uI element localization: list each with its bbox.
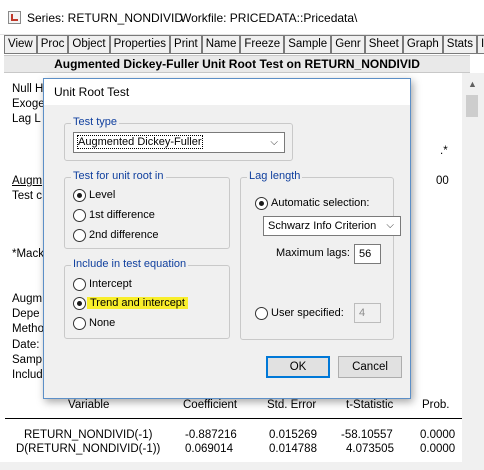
output-line: Date:	[12, 339, 40, 351]
output-line: Null H	[12, 83, 44, 95]
col-header-variable: Variable	[68, 399, 110, 411]
radio-label: None	[89, 317, 116, 329]
series-toolbar: View Proc Object Properties Print Name F…	[4, 35, 484, 54]
radio-circle	[73, 189, 86, 202]
table-cell: -0.887216	[185, 429, 237, 441]
user-lags-input[interactable]: 4	[354, 303, 381, 323]
table-cell: 0.015269	[269, 429, 317, 441]
horizontal-scrollbar[interactable]	[0, 462, 462, 470]
test-type-value: Augmented Dickey-Fuller	[77, 135, 203, 149]
radio-label: Automatic selection:	[271, 197, 370, 209]
radio-circle	[73, 278, 86, 291]
scroll-up-icon[interactable]: ▲	[468, 79, 477, 89]
toolbar-sample-button[interactable]: Sample	[284, 35, 332, 54]
radio-circle	[255, 197, 268, 210]
col-header-t-statistic: t-Statistic	[346, 399, 394, 411]
toolbar-more-button[interactable]: I	[477, 35, 484, 54]
lag-length-title: Lag length	[247, 170, 303, 182]
table-cell: -58.10557	[341, 429, 393, 441]
table-cell: 4.073505	[346, 443, 394, 455]
output-line: *Mack	[12, 248, 44, 260]
chevron-down-icon: ⌵	[386, 220, 394, 231]
toolbar-genr-button[interactable]: Genr	[331, 35, 365, 54]
include-title: Include in test equation	[71, 258, 189, 270]
toolbar-name-button[interactable]: Name	[201, 35, 241, 54]
max-lags-input[interactable]: 56	[354, 244, 381, 264]
test-for-title: Test for unit root in	[71, 170, 166, 182]
test-type-title: Test type	[71, 116, 120, 128]
series-icon	[8, 11, 21, 24]
ok-button[interactable]: OK	[266, 356, 330, 378]
series-window-titlebar: Series: RETURN_NONDIVID Workfile: PRICED…	[0, 0, 484, 35]
table-divider	[5, 418, 462, 419]
table-cell: D(RETURN_NONDIVID(-1))	[16, 443, 161, 455]
series-title: Series: RETURN_NONDIVID	[27, 11, 184, 25]
radio-circle	[73, 209, 86, 222]
toolbar-view-button[interactable]: View	[4, 35, 37, 54]
col-header-std-error: Std. Error	[267, 399, 317, 411]
chevron-down-icon: ⌵	[270, 137, 278, 148]
toolbar-sheet-button[interactable]: Sheet	[364, 35, 403, 54]
table-cell: 0.014788	[269, 443, 317, 455]
output-line: Augm	[12, 175, 43, 187]
output-line: Lag L	[12, 113, 41, 125]
criterion-select[interactable]: Schwarz Info Criterion ⌵	[263, 216, 401, 236]
test-type-select[interactable]: Augmented Dickey-Fuller ⌵	[73, 132, 285, 153]
toolbar-proc-button[interactable]: Proc	[36, 35, 69, 54]
toolbar-properties-button[interactable]: Properties	[109, 35, 171, 54]
toolbar-freeze-button[interactable]: Freeze	[240, 35, 285, 54]
dialog-title: Unit Root Test	[54, 85, 130, 99]
lag-length-group: Lag length Automatic selection: Schwarz …	[240, 170, 401, 340]
radio-label: Level	[89, 189, 116, 201]
cancel-button[interactable]: Cancel	[338, 356, 402, 378]
radio-label: 2nd difference	[89, 229, 159, 241]
include-group: Include in test equation Intercept Trend…	[64, 258, 230, 339]
radio-label: User specified:	[271, 307, 344, 319]
table-cell: 0.0000	[420, 443, 456, 455]
radio-circle	[73, 229, 86, 242]
criterion-value: Schwarz Info Criterion	[268, 220, 377, 232]
radio-label: Intercept	[89, 278, 132, 290]
table-cell: 0.0000	[420, 429, 456, 441]
output-line: Samp	[12, 354, 43, 366]
table-cell: RETURN_NONDIVID(-1)	[24, 429, 153, 441]
scroll-thumb[interactable]	[466, 95, 478, 117]
output-fragment: 00	[436, 175, 449, 187]
output-fragment: .*	[440, 145, 448, 157]
output-line: Includ	[12, 369, 43, 381]
output-line: Exoge	[12, 98, 45, 110]
radio-label-highlighted: Trend and intercept	[87, 297, 188, 309]
table-cell: 0.069014	[185, 443, 233, 455]
workfile-title: Workfile: PRICEDATA::Pricedata\	[180, 11, 358, 25]
test-type-group: Test type Augmented Dickey-Fuller ⌵	[64, 116, 293, 161]
col-header-coefficient: Coefficient	[183, 399, 238, 411]
output-line: Test c	[12, 190, 43, 202]
radio-circle	[73, 297, 86, 310]
output-line: Augm	[12, 293, 43, 305]
output-line: Depe	[12, 308, 40, 320]
radio-circle	[73, 317, 86, 330]
vertical-scrollbar[interactable]: ▲	[462, 73, 484, 470]
toolbar-print-button[interactable]: Print	[170, 35, 202, 54]
dialog-titlebar: Unit Root Test	[44, 79, 410, 105]
output-line: Metho	[12, 323, 44, 335]
radio-label: 1st difference	[89, 209, 155, 221]
output-header: Augmented Dickey-Fuller Unit Root Test o…	[4, 55, 470, 73]
toolbar-stats-button[interactable]: Stats	[442, 35, 478, 54]
col-header-prob: Prob.	[422, 399, 450, 411]
max-lags-label: Maximum lags:	[276, 247, 350, 259]
unit-root-test-dialog: Unit Root Test Test type Augmented Dicke…	[43, 78, 411, 399]
radio-circle	[255, 307, 268, 320]
test-for-group: Test for unit root in Level 1st differen…	[64, 170, 230, 249]
toolbar-graph-button[interactable]: Graph	[402, 35, 443, 54]
toolbar-object-button[interactable]: Object	[68, 35, 110, 54]
